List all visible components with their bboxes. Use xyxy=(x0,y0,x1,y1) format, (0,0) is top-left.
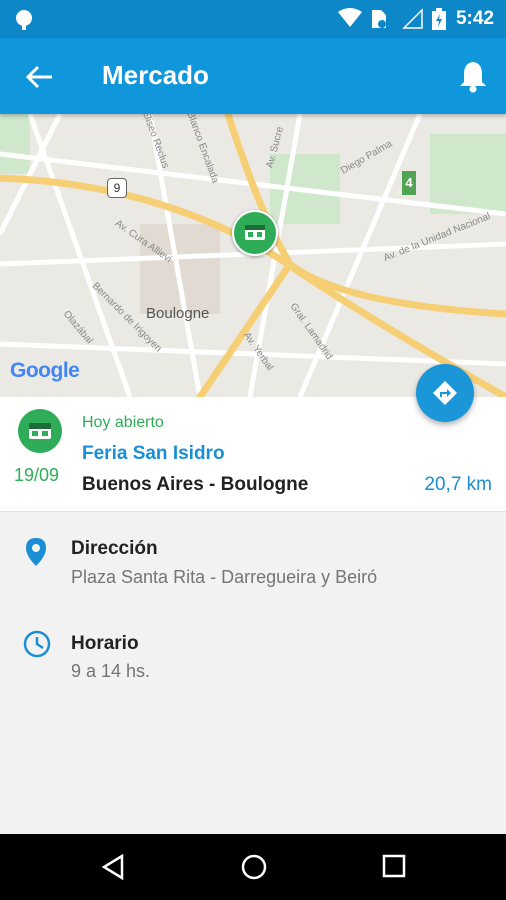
status-bar: 5:42 xyxy=(0,0,506,38)
address-label: Dirección xyxy=(71,538,158,559)
status-time: 5:42 xyxy=(455,8,494,29)
directions-button[interactable] xyxy=(416,364,474,422)
page-title: Mercado xyxy=(102,60,209,90)
market-date: 19/09 xyxy=(14,465,60,485)
location-pin-icon xyxy=(26,538,46,566)
park-marker: 4 xyxy=(402,171,416,195)
signal-icon xyxy=(402,8,423,29)
google-logo: Google xyxy=(10,359,80,382)
market-map-pin[interactable] xyxy=(232,210,278,256)
store-icon xyxy=(29,423,51,439)
hours-value: 9 a 14 hs. xyxy=(71,661,151,681)
map-area-label: Boulogne xyxy=(146,305,210,322)
home-nav-icon[interactable] xyxy=(241,854,267,880)
address-value: Plaza Santa Rita - Darregueira y Beiró xyxy=(71,567,378,587)
market-location: Buenos Aires - Boulogne xyxy=(82,474,309,495)
market-distance: 20,7 km xyxy=(424,474,492,495)
open-status: Hoy abierto xyxy=(82,414,164,431)
hours-row: Horario 9 a 14 hs. xyxy=(0,625,506,695)
android-debug-icon xyxy=(16,10,32,30)
market-icon xyxy=(18,409,62,453)
navigation-bar xyxy=(0,834,506,900)
route-marker: 9 xyxy=(107,178,127,198)
bell-icon[interactable] xyxy=(458,59,488,93)
back-nav-icon[interactable] xyxy=(100,854,126,880)
store-icon xyxy=(245,225,265,240)
directions-icon xyxy=(433,381,457,405)
wifi-icon xyxy=(338,8,362,27)
sim-card-icon xyxy=(372,10,386,28)
clock-icon xyxy=(23,630,51,658)
battery-icon xyxy=(432,8,446,30)
app-bar: Mercado xyxy=(0,38,506,114)
hours-label: Horario xyxy=(71,633,139,654)
address-row: Dirección Plaza Santa Rita - Darregueira… xyxy=(0,530,506,600)
map-view[interactable]: Eliseo Reclus Blanco Encalada Av. Sucre … xyxy=(0,114,506,397)
recents-nav-icon[interactable] xyxy=(382,854,406,878)
back-arrow-icon[interactable] xyxy=(24,62,54,92)
market-name: Feria San Isidro xyxy=(82,443,225,464)
